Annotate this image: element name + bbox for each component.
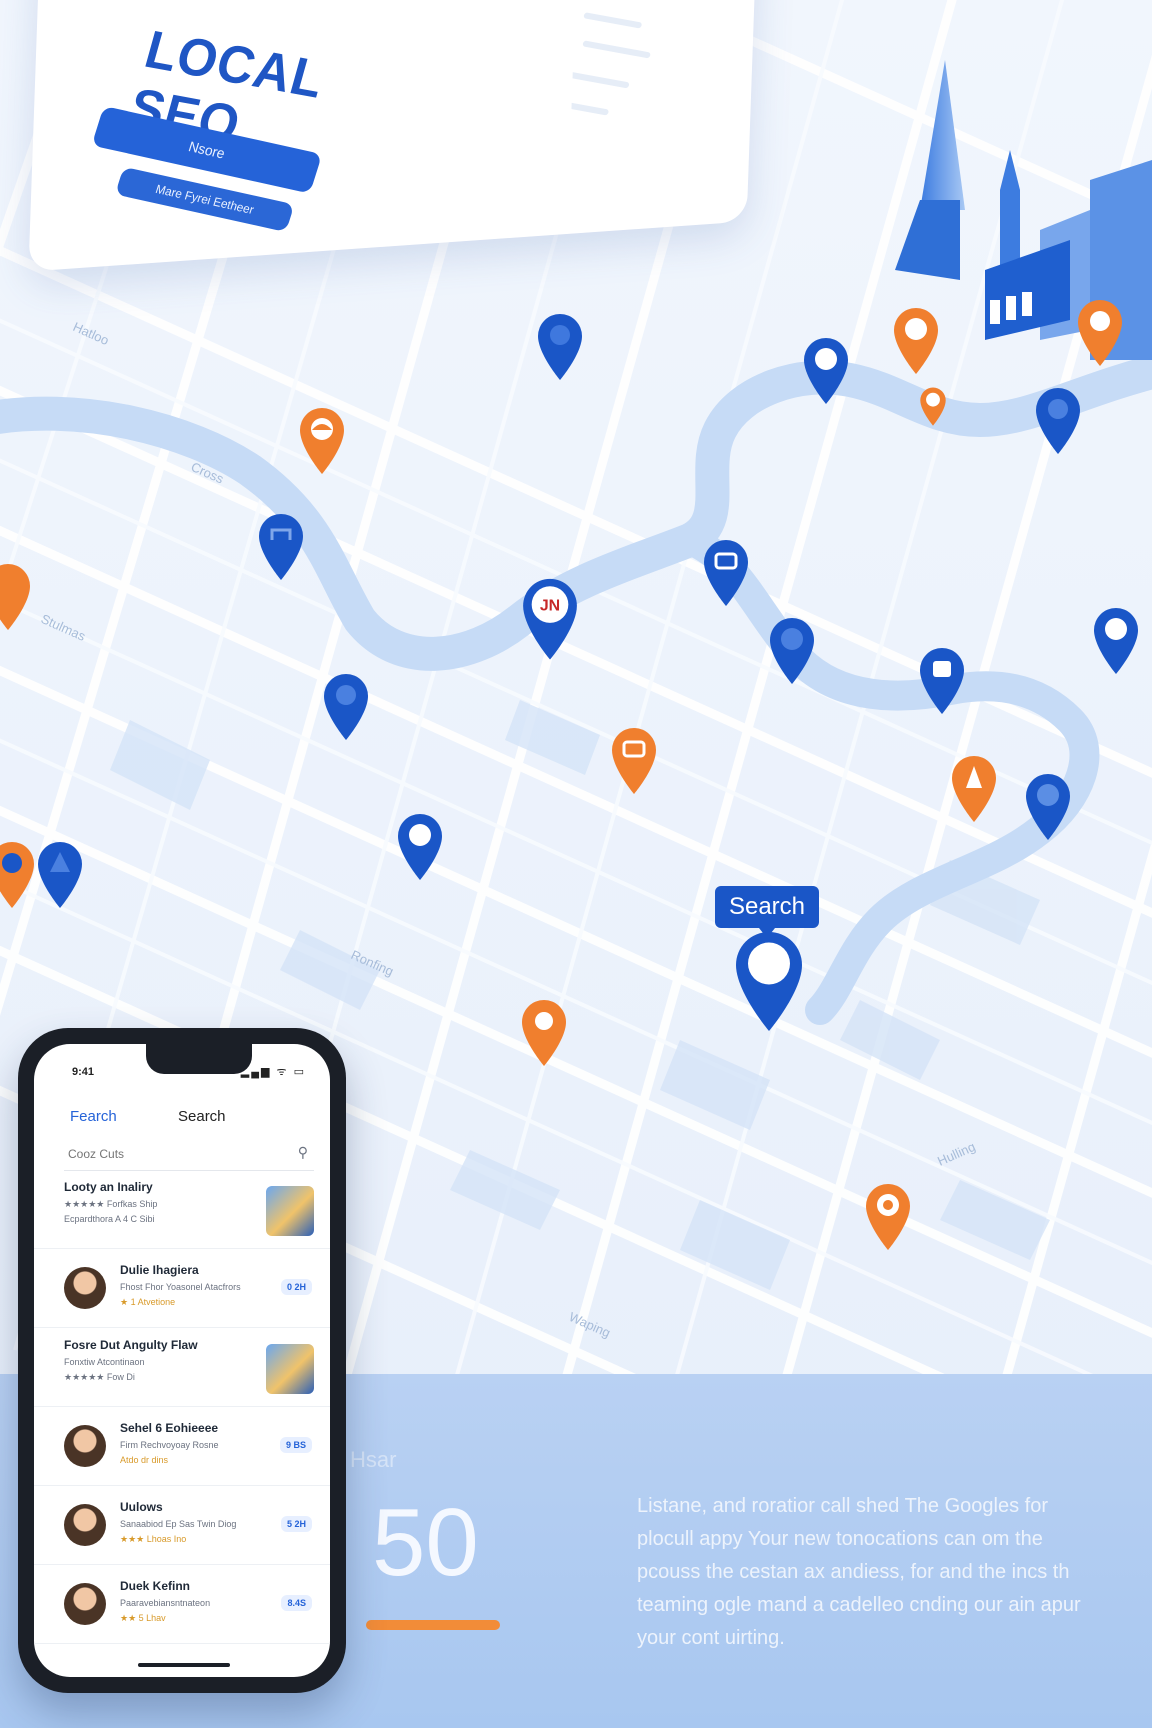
map-pin-orange[interactable] [0, 560, 34, 632]
map-pin-orange[interactable] [948, 752, 1000, 824]
listing-name: Dulie Ihagiera [120, 1263, 199, 1277]
listing-meta: Sanaabiod Ep Sas Twin Diog [120, 1519, 237, 1529]
listing-rating: ★★★ Lhoas Ino [120, 1534, 187, 1544]
phone-search-input[interactable] [66, 1146, 270, 1162]
local-seo-scene: Hatloo Cross Stulmas Ronfing Waping Hull… [0, 0, 1152, 1728]
map-pin-blue[interactable] [255, 510, 307, 582]
distance-badge: 9 BS [279, 1437, 312, 1453]
avatar [64, 1267, 106, 1309]
map-pin-blue[interactable] [700, 536, 752, 608]
description-line: your cont uirting. [637, 1627, 785, 1649]
stat-caption: Hsar [350, 1447, 397, 1472]
svg-text:JN: JN [540, 598, 560, 615]
listing-meta: Firm Rechvoyoay Rosne [120, 1440, 219, 1450]
phone-search-field[interactable]: ⚲ [64, 1136, 314, 1171]
listing-list: Looty an Inaliry ★★★★★ Forfkas Ship Ecpa… [34, 1170, 330, 1644]
listing-rating: ★★★★★ Forfkas Ship [64, 1199, 158, 1209]
phone-screen: 9:41 ▂▄▆ ᯤ ▭ Fearch Search ⚲ Looty an In… [34, 1044, 330, 1677]
map-pin-blue[interactable] [34, 838, 86, 910]
listing-rating: Atdo dr dins [120, 1455, 169, 1465]
map-pin-blue[interactable] [320, 670, 372, 742]
stats-description: Listane, and roratior call shed The Goog… [637, 1490, 1152, 1655]
phone-notch [146, 1044, 252, 1074]
distance-badge: 8.4S [281, 1595, 312, 1611]
map-pin-blue[interactable] [394, 810, 446, 882]
listing-thumbnail [266, 1186, 314, 1236]
map-pin-orange[interactable] [890, 304, 942, 376]
listing-name: Uulows [120, 1500, 163, 1514]
listing-meta: Ecpardthora A 4 C Sibi [64, 1214, 155, 1224]
list-item[interactable]: Duek Kefinn Paaravebiansntnateon ★★ 5 Lh… [34, 1565, 330, 1644]
list-item[interactable]: Uulows Sanaabiod Ep Sas Twin Diog ★★★ Lh… [34, 1486, 330, 1565]
distance-badge: 0 2H [280, 1279, 312, 1295]
description-line: teaming ogle mand a cadelleo cnding our … [637, 1594, 1081, 1616]
map-pin-blue[interactable] [916, 644, 968, 716]
map-search-label[interactable]: Search [715, 886, 819, 938]
list-item[interactable]: Looty an Inaliry ★★★★★ Forfkas Ship Ecpa… [34, 1170, 330, 1249]
phone-mockup: 9:41 ▂▄▆ ᯤ ▭ Fearch Search ⚲ Looty an In… [18, 1028, 346, 1693]
stat-number: 50 [372, 1489, 479, 1596]
listing-thumbnail [266, 1344, 314, 1394]
card-text-lines [570, 12, 651, 116]
map-pin-orange[interactable] [1074, 296, 1126, 368]
map-pin-blue[interactable] [534, 310, 586, 382]
stat-accent-bar [366, 1620, 500, 1630]
listing-rating: ★★★★★ Fow Di [64, 1372, 135, 1382]
nav-title: Search [178, 1108, 226, 1125]
description-line: pcouss the cestan ax andiess, for and th… [637, 1561, 1070, 1583]
list-item[interactable]: Dulie Ihagiera Fhost Fhor Yoasonel Atacf… [34, 1249, 330, 1328]
description-line: plocull appy Your new tonocations can om… [637, 1528, 1043, 1550]
listing-name: Duek Kefinn [120, 1579, 191, 1593]
map-pin-orange[interactable] [518, 996, 570, 1068]
avatar [64, 1425, 106, 1467]
listing-rating: ★ 1 Atvetione [120, 1297, 176, 1307]
description-line: Listane, and roratior call shed The Goog… [637, 1495, 1048, 1517]
listing-meta: Fonxtiw Atcontinaon [64, 1357, 145, 1367]
map-search-pin[interactable] [730, 926, 808, 1034]
listing-rating: ★★ 5 Lhav [120, 1613, 166, 1623]
status-time: 9:41 [72, 1066, 95, 1078]
map-pin-orange[interactable] [0, 838, 38, 910]
filter-icon[interactable]: ⚲ [298, 1144, 308, 1161]
map-pin-orange[interactable] [296, 404, 348, 476]
avatar [64, 1583, 106, 1625]
map-pin-blue[interactable] [1090, 604, 1142, 676]
listing-meta: Paaravebiansntnateon [120, 1598, 211, 1608]
listing-name: Sehel 6 Eohieeee [120, 1421, 219, 1435]
avatar [64, 1504, 106, 1546]
map-pin-blue[interactable] [1022, 770, 1074, 842]
map-pin-orange-small[interactable] [918, 384, 948, 428]
list-item[interactable]: Sehel 6 Eohieeee Firm Rechvoyoay Rosne A… [34, 1407, 330, 1486]
map-pin-blue[interactable] [800, 334, 852, 406]
home-indicator[interactable] [138, 1663, 230, 1667]
map-pin-blue-featured[interactable]: JN [518, 574, 582, 662]
listing-name: Looty an Inaliry [64, 1180, 153, 1194]
listing-name: Fosre Dut Angulty Flaw [64, 1338, 198, 1352]
map-pin-orange[interactable] [608, 724, 660, 796]
map-pin-blue[interactable] [766, 614, 818, 686]
map-pin-orange[interactable] [862, 1180, 914, 1252]
list-item[interactable]: Fosre Dut Angulty Flaw Fonxtiw Atcontina… [34, 1328, 330, 1407]
status-icons: ▂▄▆ ᯤ ▭ [240, 1066, 306, 1078]
distance-badge: 5 2H [280, 1516, 312, 1532]
nav-back-button[interactable]: Fearch [70, 1108, 117, 1125]
listing-meta: Fhost Fhor Yoasonel Atacfrors [120, 1282, 241, 1292]
map-pin-blue[interactable] [1032, 384, 1084, 456]
